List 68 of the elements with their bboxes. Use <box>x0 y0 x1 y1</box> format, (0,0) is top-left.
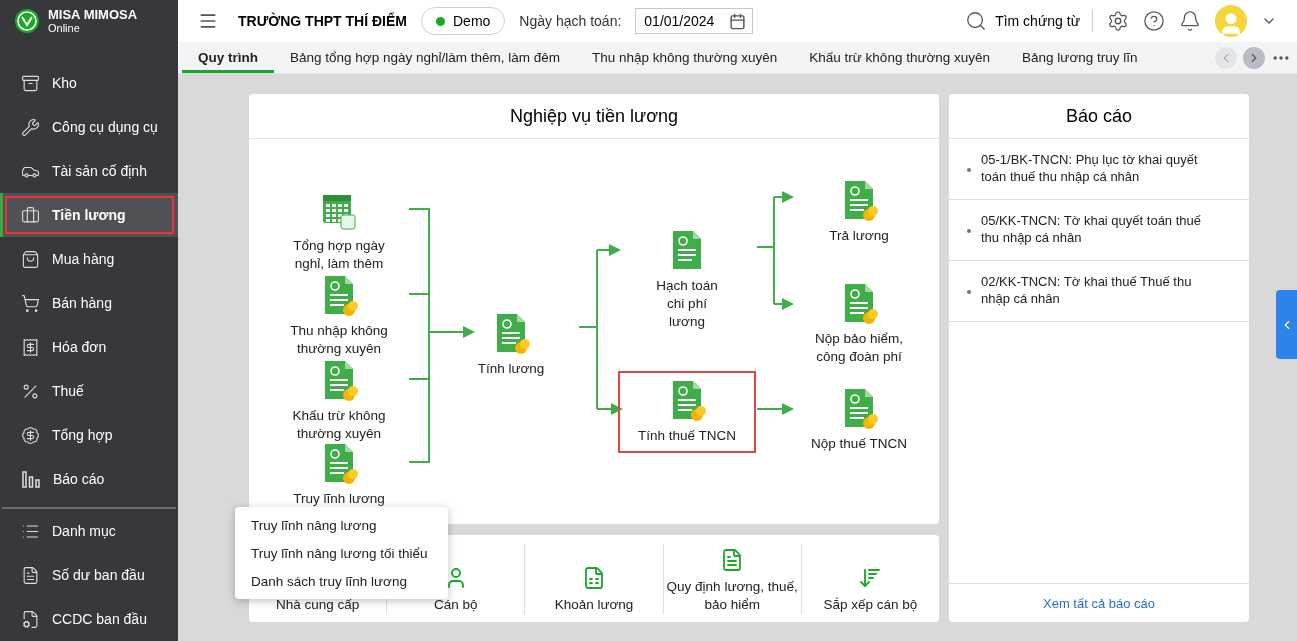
bullet-icon <box>967 290 971 294</box>
search-icon <box>965 10 988 32</box>
menu-item-icon <box>21 293 40 313</box>
process-step-label[interactable]: Tổng hợp ngày nghỉ, làm thêm <box>284 237 394 273</box>
tab[interactable]: Bảng tổng hợp ngày nghỉ/làm thêm, làm đêm <box>274 42 576 73</box>
menu-item-icon <box>21 425 40 445</box>
shortcut-button[interactable]: Khoản lương <box>524 543 663 614</box>
sidebar-item[interactable]: Bán hàng <box>0 281 178 325</box>
report-link[interactable]: 05/KK-TNCN: Tờ khai quyết toán thuế thu nhập cá nhân <box>981 212 1215 246</box>
menu-item-icon <box>21 249 40 269</box>
process-step-label[interactable]: Hạch toán chi phí lương <box>648 277 726 331</box>
date-field[interactable]: 01/01/2024 <box>635 8 754 34</box>
tab[interactable]: Bảng lương truy lĩn <box>1006 42 1154 73</box>
menu-item[interactable]: Truy lĩnh nâng lương <box>235 511 448 539</box>
side-panel-toggle[interactable] <box>1276 290 1297 359</box>
bar-chart-icon <box>21 469 41 489</box>
process-step-label[interactable]: Truy lĩnh lương <box>293 490 385 508</box>
shortcut-button[interactable]: Quy định lương, thuế, bảo hiểm <box>662 543 801 614</box>
process-step-label[interactable]: Trả lương <box>829 227 889 245</box>
bullet-icon <box>967 168 971 172</box>
sidebar-item[interactable]: Mua hàng <box>0 237 178 281</box>
search-button[interactable]: Tìm chứng từ <box>965 10 1093 32</box>
app-edition: Online <box>48 22 81 35</box>
tab[interactable]: Khấu trừ không thường xuyên <box>793 42 1007 73</box>
report-link[interactable]: 05-1/BK-TNCN: Phụ lục tờ khai quyết toán thuế thu nhập cá nhân <box>981 151 1215 185</box>
logo-icon <box>14 8 40 34</box>
process-step-label[interactable]: Thu nhập không thường xuyên <box>284 322 394 358</box>
card-title: Báo cáo <box>949 94 1249 139</box>
calendar-icon[interactable] <box>729 12 747 30</box>
scroll-right-button[interactable] <box>1243 46 1265 69</box>
menu-item-icon <box>21 565 40 585</box>
process-step-label[interactable]: Tính lương <box>477 360 545 378</box>
sidebar-item[interactable]: Kho <box>0 61 178 105</box>
menu-item-icon <box>21 117 40 137</box>
sidebar-item[interactable]: Tiền lương <box>0 193 178 237</box>
sidebar-item[interactable]: Số dư ban đầu <box>0 553 178 597</box>
sidebar-item[interactable]: Báo cáo <box>0 457 178 501</box>
sidebar-item[interactable]: Tổng hợp <box>0 413 178 457</box>
app-name: MISA MIMOSA <box>48 7 138 23</box>
process-step-label[interactable]: Nộp thuế TNCN <box>811 435 907 453</box>
sidebar-item[interactable]: Công cụ dụng cụ <box>0 105 178 149</box>
menu-icon[interactable] <box>198 11 218 31</box>
card-title: Nghiệp vụ tiền lương <box>249 94 939 139</box>
sidebar-item[interactable]: CCDC ban đầu <box>0 597 178 641</box>
sidebar-item[interactable]: Danh mục <box>0 509 178 553</box>
shortcut-button[interactable]: Sắp xếp cán bộ <box>800 543 939 614</box>
sidebar-item[interactable]: Thuế <box>0 369 178 413</box>
shortcut-icon <box>582 565 606 590</box>
tab[interactable]: Thu nhập không thường xuyên <box>576 42 794 73</box>
bullet-icon <box>967 229 971 233</box>
menu-item-icon <box>21 205 40 225</box>
settings-icon[interactable] <box>1107 10 1129 32</box>
sidebar-item[interactable]: Hóa đơn <box>0 325 178 369</box>
menu-item-icon <box>21 337 40 357</box>
help-icon[interactable] <box>1143 10 1165 32</box>
sidebar-item[interactable]: Tài sản cố định <box>0 149 178 193</box>
date-label: Ngày hạch toán: <box>519 13 622 29</box>
process-step-label[interactable]: Tính thuế TNCN <box>637 427 736 445</box>
bell-icon[interactable] <box>1179 10 1201 32</box>
process-step-label[interactable]: Nộp bảo hiểm, công đoàn phí <box>809 330 909 366</box>
menu-item-icon <box>21 73 40 93</box>
menu-item-icon <box>21 609 40 629</box>
view-all-link[interactable]: Xem tất cả báo cáo <box>949 583 1249 622</box>
school-name: TRƯỜNG THPT THÍ ĐIỂM <box>238 13 407 29</box>
report-link[interactable]: 02/KK-TNCN: Tờ khai thuế Thuế thu nhập cá nhân <box>981 273 1215 307</box>
process-step-label[interactable]: Khấu trừ không thường xuyên <box>284 407 394 443</box>
tab[interactable]: Quy trình <box>182 42 274 73</box>
connector-line <box>756 403 794 415</box>
